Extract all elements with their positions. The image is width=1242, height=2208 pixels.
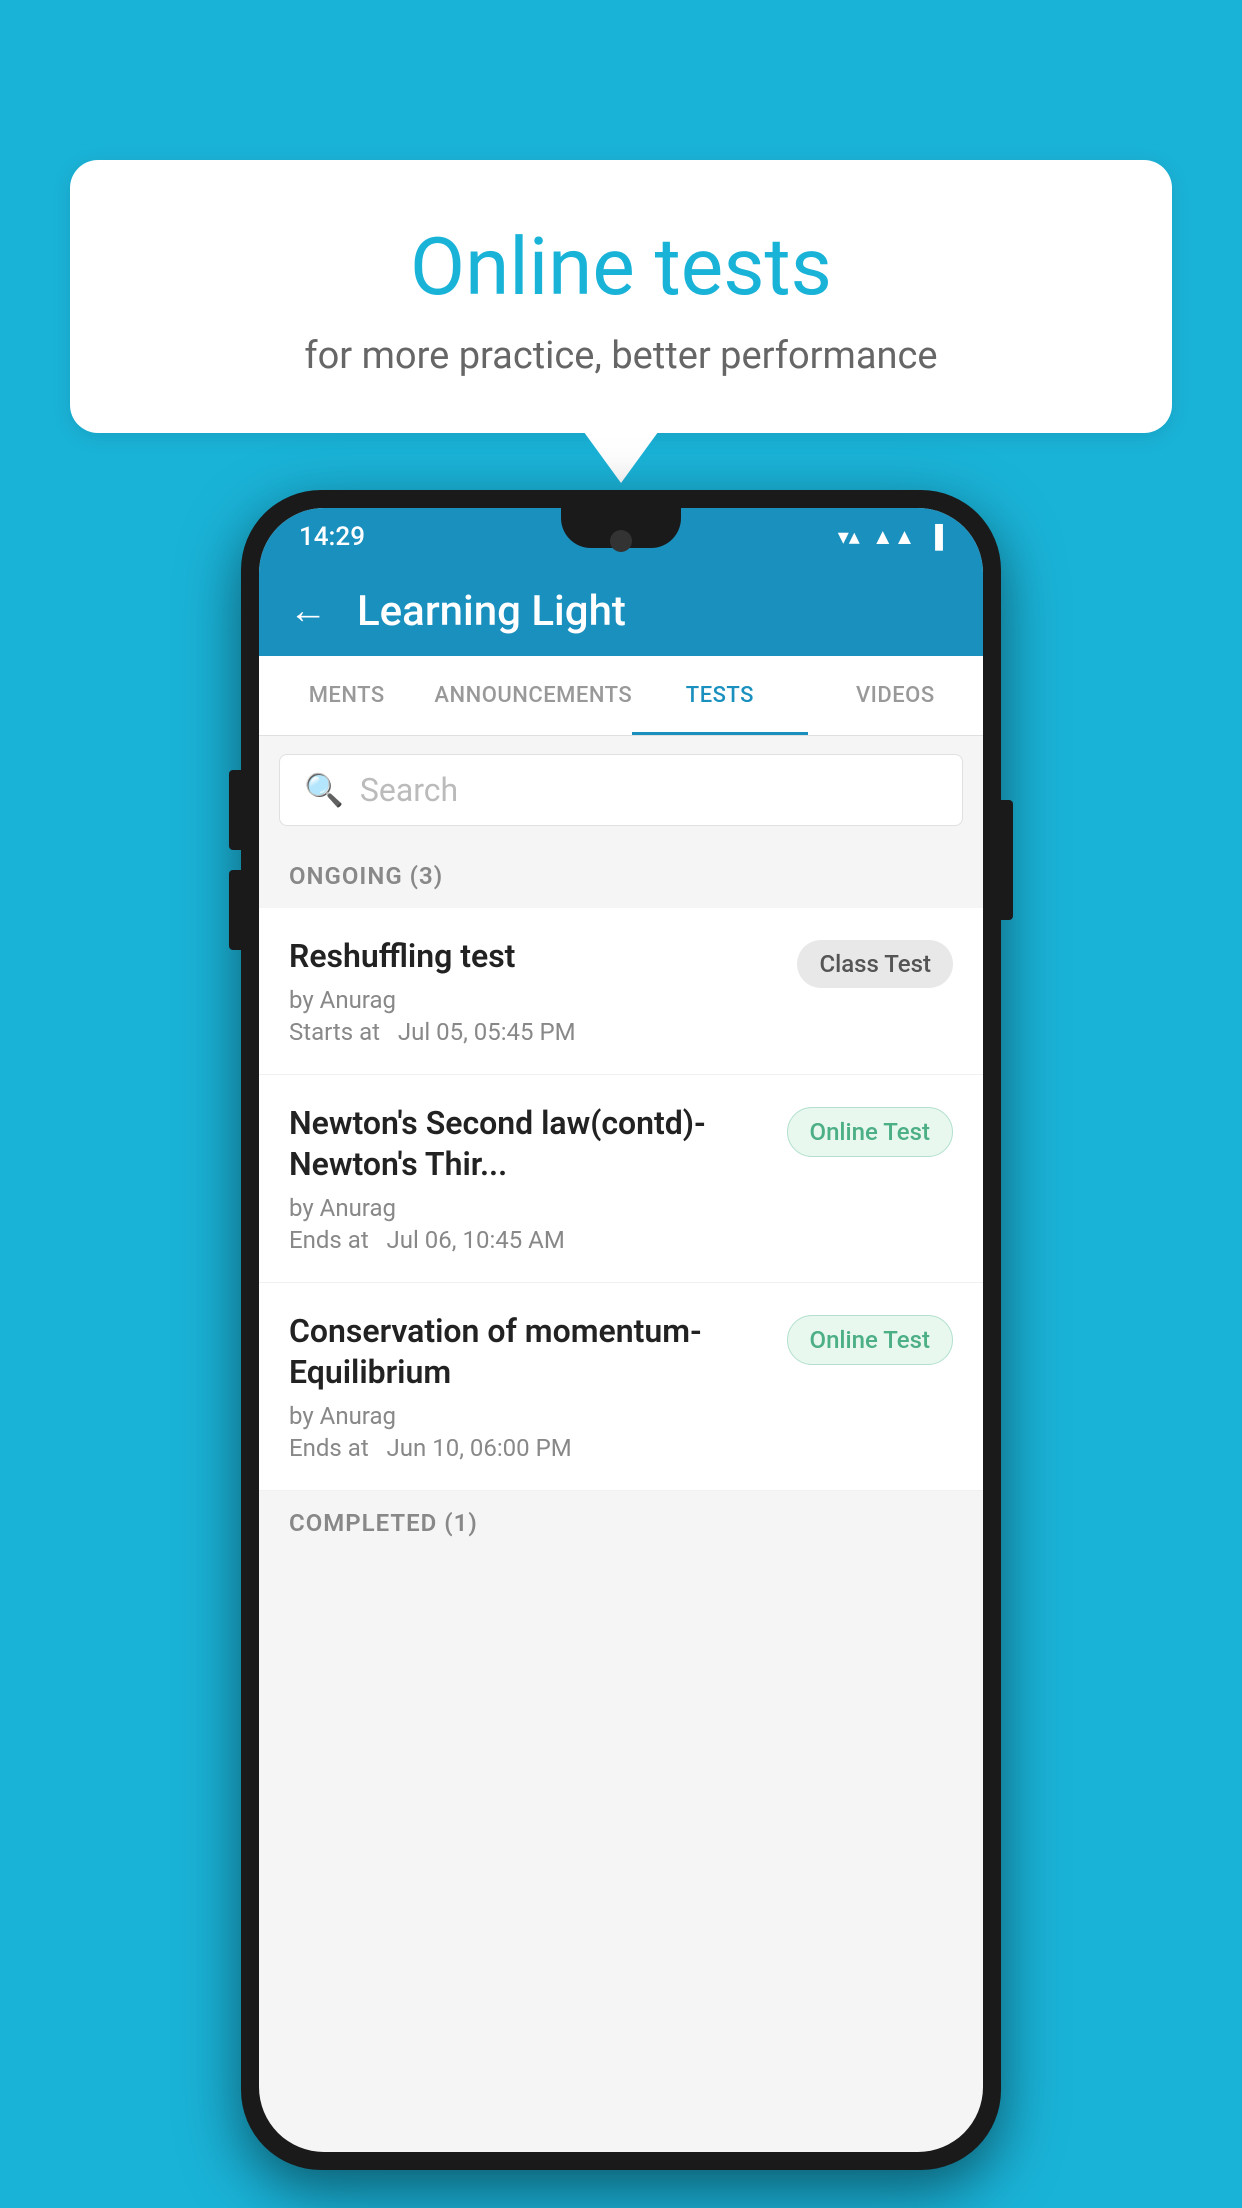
status-icons: ▾▴ ▲▲ ▐ — [838, 524, 943, 550]
test-author: by Anurag — [289, 1402, 767, 1430]
back-button[interactable]: ← — [289, 589, 327, 633]
power-button — [1001, 800, 1013, 920]
test-author: by Anurag — [289, 1194, 767, 1222]
promo-bubble: Online tests for more practice, better p… — [70, 160, 1172, 433]
search-bar[interactable]: 🔍 Search — [279, 754, 963, 826]
test-info: Conservation of momentum-Equilibrium by … — [289, 1311, 787, 1462]
phone-screen: 14:29 ▾▴ ▲▲ ▐ ← Learning Light MENTS ANN… — [259, 508, 983, 2152]
wifi-icon: ▾▴ — [838, 525, 860, 550]
volume-up-button — [229, 770, 241, 850]
tab-videos[interactable]: VIDEOS — [808, 656, 983, 735]
test-badge-class: Class Test — [797, 940, 953, 988]
tab-tests[interactable]: TESTS — [632, 656, 807, 735]
tab-bar: MENTS ANNOUNCEMENTS TESTS VIDEOS — [259, 656, 983, 736]
test-author: by Anurag — [289, 986, 777, 1014]
test-badge-online: Online Test — [787, 1315, 953, 1365]
phone-notch — [561, 508, 681, 548]
tab-announcements[interactable]: ANNOUNCEMENTS — [434, 656, 632, 735]
test-name: Conservation of momentum-Equilibrium — [289, 1311, 767, 1394]
signal-icon: ▲▲ — [872, 524, 916, 550]
ongoing-section-title: ONGOING (3) — [289, 862, 443, 890]
phone-device: 14:29 ▾▴ ▲▲ ▐ ← Learning Light MENTS ANN… — [241, 490, 1001, 2170]
test-time: Ends at Jun 10, 06:00 PM — [289, 1434, 767, 1462]
test-info: Newton's Second law(contd)-Newton's Thir… — [289, 1103, 787, 1254]
test-time: Starts at Jul 05, 05:45 PM — [289, 1018, 777, 1046]
test-name: Newton's Second law(contd)-Newton's Thir… — [289, 1103, 767, 1186]
test-badge-online: Online Test — [787, 1107, 953, 1157]
test-time: Ends at Jul 06, 10:45 AM — [289, 1226, 767, 1254]
completed-section-header: COMPLETED (1) — [259, 1491, 983, 1555]
app-title: Learning Light — [357, 587, 626, 636]
test-item[interactable]: Newton's Second law(contd)-Newton's Thir… — [259, 1075, 983, 1283]
test-info: Reshuffling test by Anurag Starts at Jul… — [289, 936, 797, 1046]
test-item[interactable]: Reshuffling test by Anurag Starts at Jul… — [259, 908, 983, 1075]
app-header: ← Learning Light — [259, 566, 983, 656]
battery-icon: ▐ — [927, 524, 943, 550]
bubble-subtitle: for more practice, better performance — [110, 334, 1132, 378]
phone-outer-shell: 14:29 ▾▴ ▲▲ ▐ ← Learning Light MENTS ANN… — [241, 490, 1001, 2170]
bubble-title: Online tests — [110, 220, 1132, 314]
status-time: 14:29 — [299, 522, 365, 552]
test-item[interactable]: Conservation of momentum-Equilibrium by … — [259, 1283, 983, 1491]
front-camera — [610, 530, 632, 552]
search-icon: 🔍 — [304, 771, 344, 809]
volume-down-button — [229, 870, 241, 950]
test-name: Reshuffling test — [289, 936, 777, 978]
search-placeholder: Search — [360, 771, 458, 809]
test-list: Reshuffling test by Anurag Starts at Jul… — [259, 908, 983, 1491]
completed-section-title: COMPLETED (1) — [289, 1509, 478, 1537]
search-container: 🔍 Search — [259, 736, 983, 844]
tab-ments[interactable]: MENTS — [259, 656, 434, 735]
ongoing-section-header: ONGOING (3) — [259, 844, 983, 908]
